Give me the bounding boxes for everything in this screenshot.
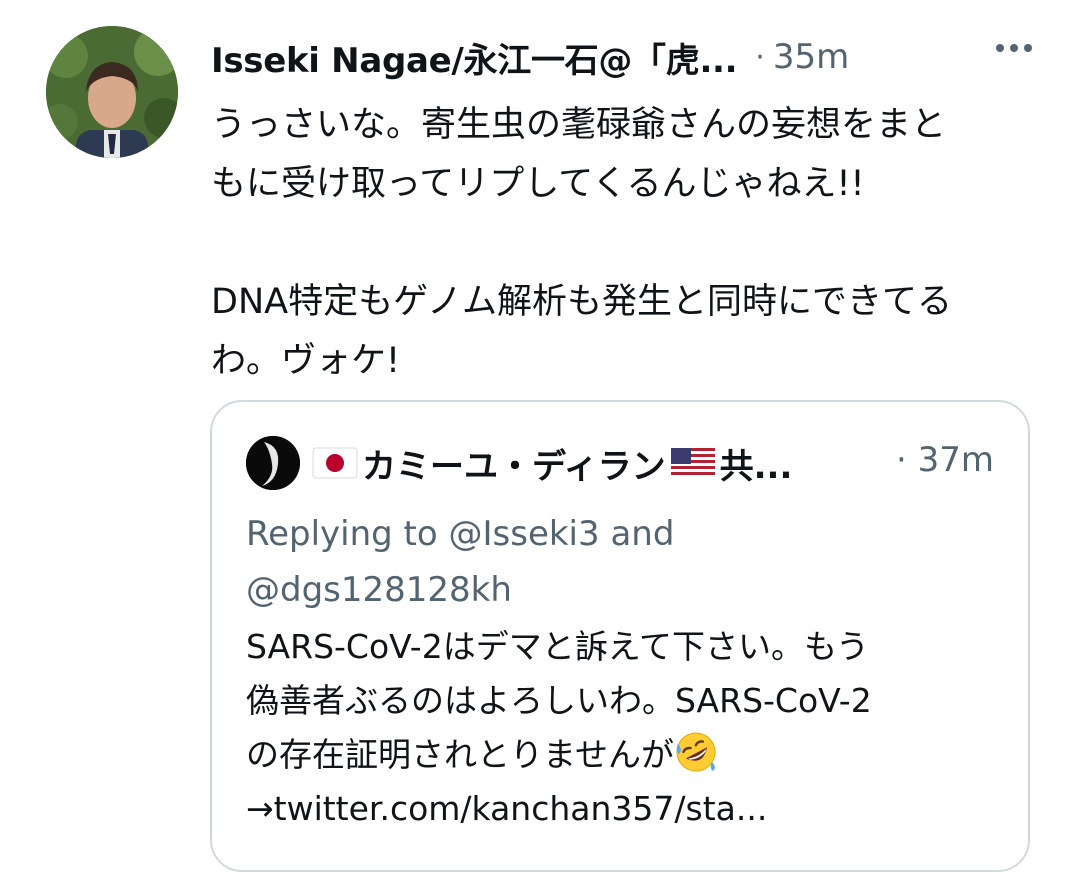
author-avatar[interactable]: [46, 26, 178, 158]
author-name[interactable]: Isseki Nagae/永江一石@「虎...: [211, 33, 737, 82]
quoted-text-line: の存在証明されとりませんが: [246, 735, 675, 774]
quoted-tweet[interactable]: カミーユ・ディラン 共... · 37m Replying to @Isseki…: [210, 400, 1030, 872]
quoted-author-name-group[interactable]: カミーユ・ディラン 共...: [312, 439, 792, 488]
tweet-header: Isseki Nagae/永江一石@「虎... · 35m: [211, 32, 1061, 82]
rolling-on-floor-laughing-icon: [676, 732, 716, 772]
quoted-author-name: カミーユ・ディラン: [362, 446, 666, 487]
quoted-author-avatar[interactable]: [246, 436, 300, 490]
quoted-text-line-with-emoji: の存在証明されとりませんが: [246, 728, 1016, 782]
quoted-time: 37m: [917, 440, 994, 480]
japan-flag-icon: [312, 447, 358, 479]
timestamp[interactable]: 35m: [773, 37, 849, 77]
quoted-author-suffix: 共...: [719, 446, 793, 487]
replying-to: Replying to @Isseki3 and @dgs128128kh: [246, 506, 1006, 618]
replying-to-line: Replying to @Isseki3 and: [246, 514, 675, 554]
quoted-text-link[interactable]: →twitter.com/kanchan357/sta...: [246, 782, 1016, 836]
quoted-timestamp[interactable]: · 37m: [896, 440, 994, 480]
quoted-tweet-text: SARS-CoV-2はデマと訴えて下さい。もう 偽善者ぶるのはよろしいわ。SAR…: [246, 620, 1016, 836]
quoted-text-line: SARS-CoV-2はデマと訴えて下さい。もう: [246, 627, 870, 666]
more-horizontal-icon[interactable]: [996, 44, 1032, 52]
tweet-text-line: うっさいな。寄生虫の耄碌爺さんの妄想をまと: [211, 105, 947, 145]
separator-dot: ·: [895, 440, 907, 480]
replying-to-line: @dgs128128kh: [246, 570, 512, 610]
tweet-text-line: DNA特定もゲノム解析も発生と同時にできてる: [211, 282, 953, 322]
tweet[interactable]: Isseki Nagae/永江一石@「虎... · 35m うっさいな。寄生虫の…: [0, 0, 1080, 886]
quoted-text-line: 偽善者ぶるのはよろしいわ。SARS-CoV-2: [246, 681, 872, 720]
us-flag-icon: [670, 448, 715, 478]
tweet-text-line: もに受け取ってリプしてくるんじゃねえ!!: [211, 164, 865, 204]
tweet-text: うっさいな。寄生虫の耄碌爺さんの妄想をまと もに受け取ってリプしてくるんじゃねえ…: [211, 96, 1031, 391]
separator-dot: ·: [755, 39, 765, 75]
tweet-text-line: わ。ヴォケ!: [211, 341, 401, 381]
